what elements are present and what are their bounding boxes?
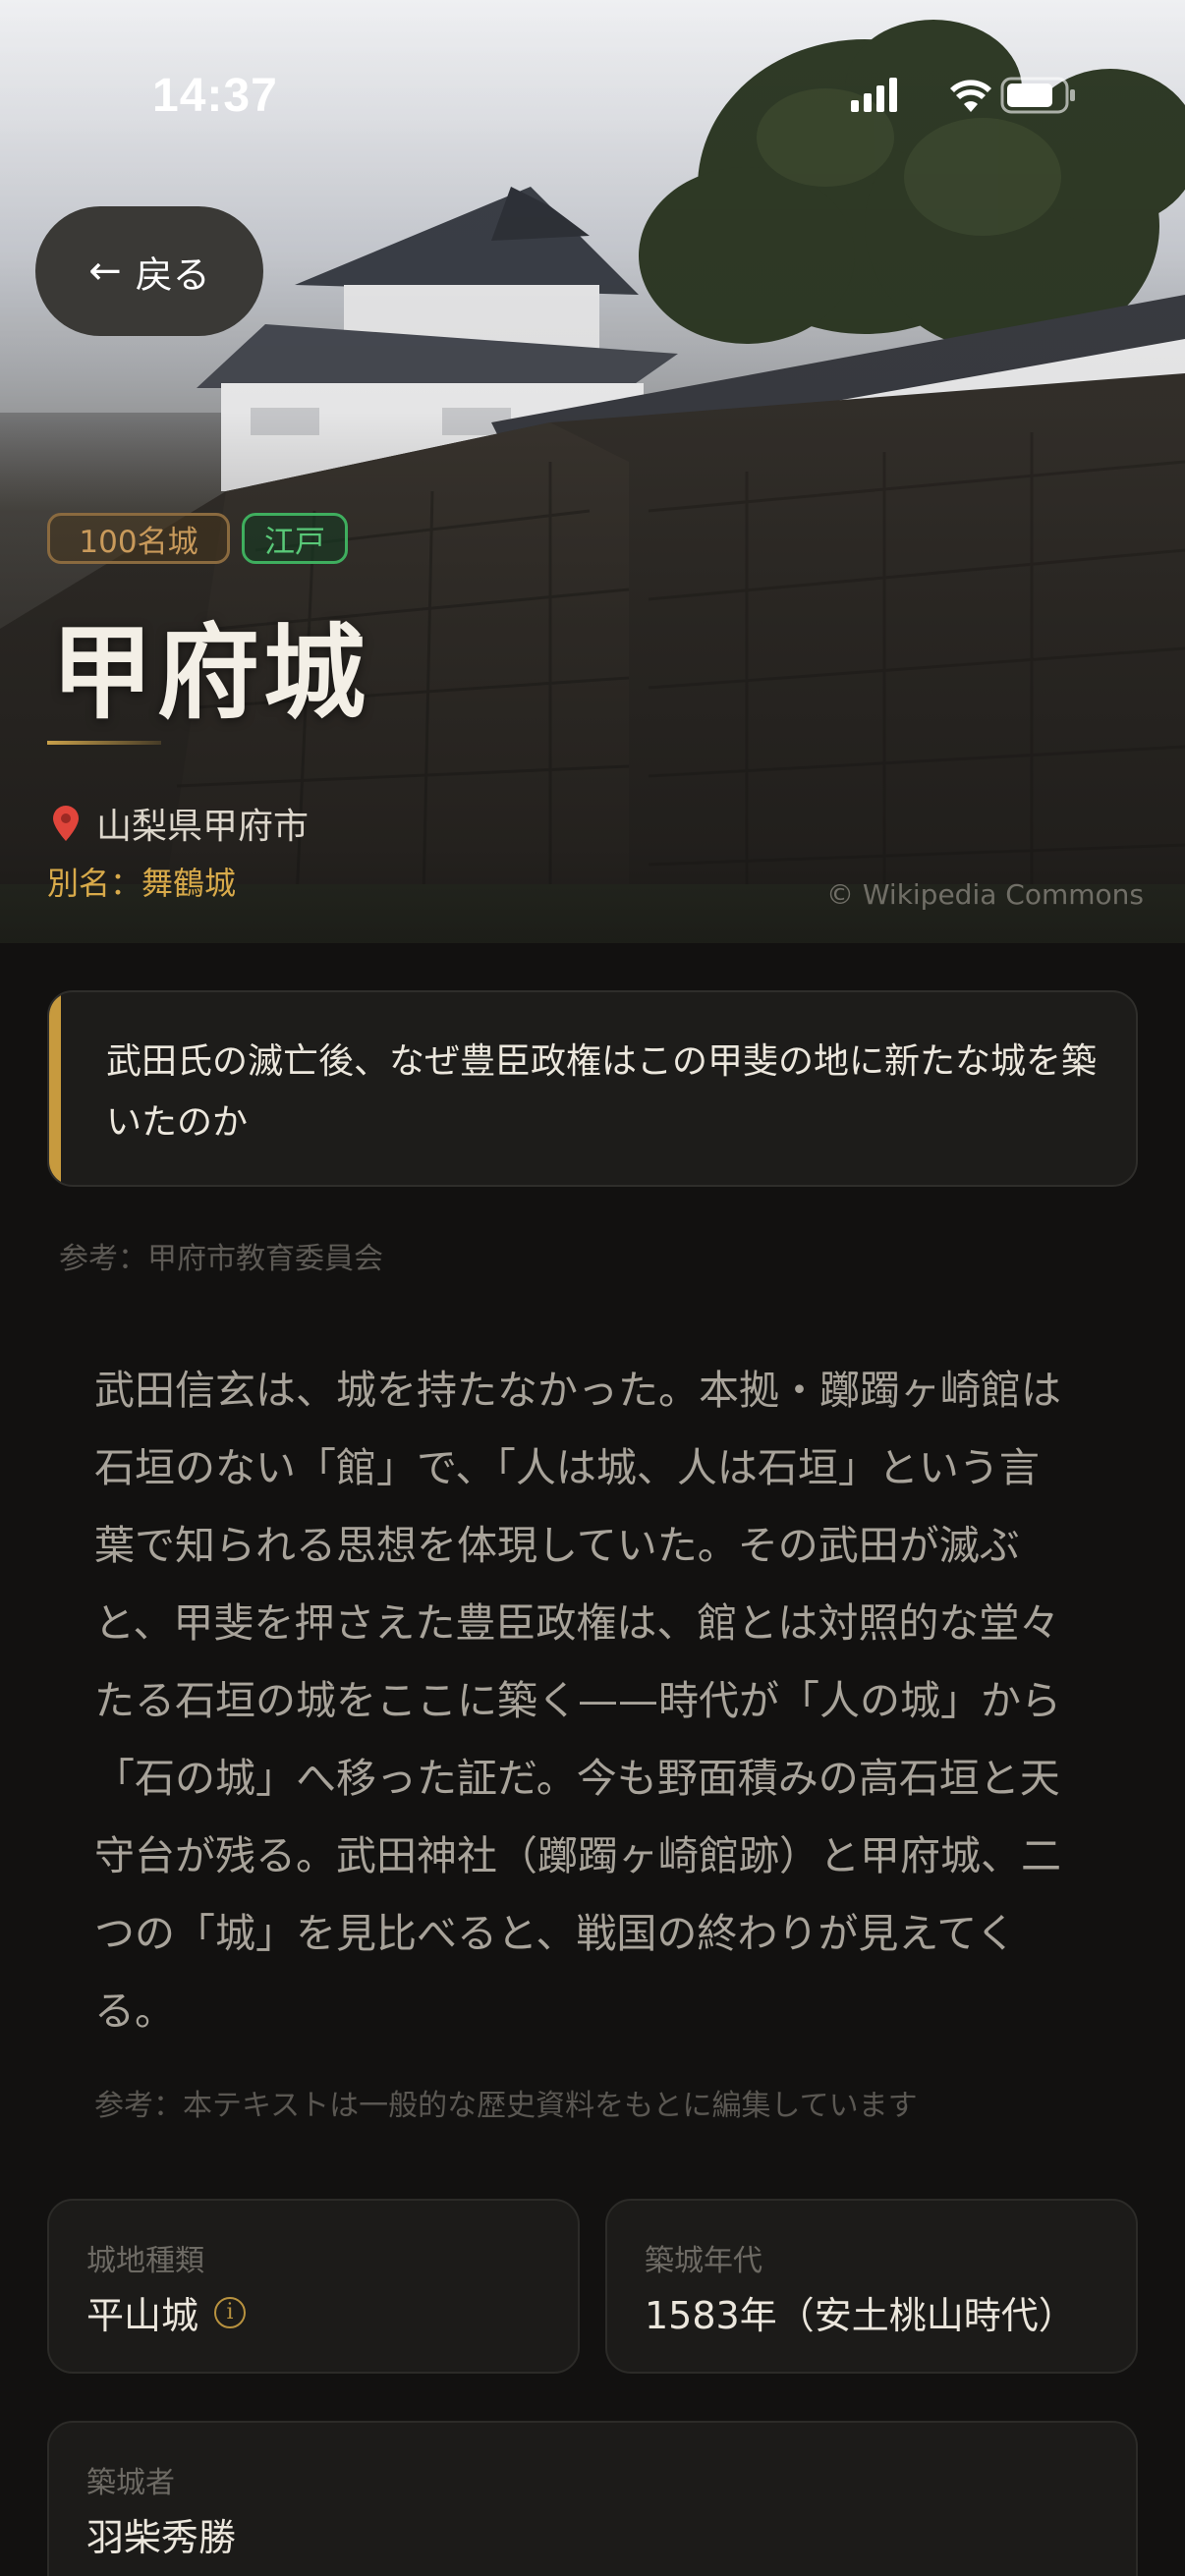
title-underline xyxy=(47,741,161,745)
history-body-text: 武田信玄は、城を持たなかった。本拠・躑躅ヶ崎館は石垣のない「館」で、「人は城、人… xyxy=(94,1367,1061,2035)
back-button[interactable]: ← 戻る xyxy=(35,206,263,336)
question-card: 武田氏の滅亡後、なぜ豊臣政権はこの甲斐の地に新たな城を築いたのか xyxy=(47,990,1138,1187)
builder-label: 築城者 xyxy=(86,2466,175,2500)
built-year-value: 1583年（安土桃山時代） xyxy=(645,2294,1076,2337)
signal-icon xyxy=(851,78,897,112)
castle-alias: 別名：舞鶴城 xyxy=(47,865,237,902)
builder-value: 羽柴秀勝 xyxy=(86,2516,237,2559)
battery-icon xyxy=(1000,77,1075,114)
back-button-label: 戻る xyxy=(135,252,210,297)
status-time: 14:37 xyxy=(152,70,278,122)
question-text: 武田氏の滅亡後、なぜ豊臣政権はこの甲斐の地に新たな城を築いたのか xyxy=(106,1041,1098,1143)
castle-type-label: 城地種類 xyxy=(86,2244,204,2278)
wifi-icon xyxy=(950,80,991,112)
location-text: 山梨県甲府市 xyxy=(96,807,310,847)
info-card-builder: 築城者 羽柴秀勝 xyxy=(47,2421,1138,2576)
tag-era: 江戸 xyxy=(242,513,348,564)
built-year-label: 築城年代 xyxy=(645,2244,762,2278)
status-icons xyxy=(851,77,1075,114)
info-card-built-year: 築城年代 1583年（安土桃山時代） xyxy=(605,2199,1138,2374)
info-icon[interactable]: i xyxy=(214,2296,247,2328)
info-card-castle-type: 城地種類 平山城 i xyxy=(47,2199,580,2374)
castle-detail-page: 14:37 ← 戻る 100名城 江戸 甲府城 山梨県甲府市 別名：舞鶴城 © … xyxy=(0,0,1185,2576)
reference-source: 参考：甲府市教育委員会 xyxy=(59,1242,383,1276)
tag-100-castles: 100名城 xyxy=(47,513,230,564)
castle-type-value-row: 平山城 i xyxy=(86,2285,247,2339)
body-reference-note: 参考：本テキストは一般的な歴史資料をもとに編集しています xyxy=(94,2089,918,2123)
question-accent-bar xyxy=(49,992,61,1185)
arrow-left-icon: ← xyxy=(88,249,122,294)
location-pin-icon xyxy=(53,806,79,841)
castle-name: 甲府城 xyxy=(51,612,370,733)
castle-type-value: 平山城 xyxy=(86,2294,199,2337)
photo-credit: © Wikipedia Commons xyxy=(825,878,1144,911)
location: 山梨県甲府市 xyxy=(49,798,309,849)
